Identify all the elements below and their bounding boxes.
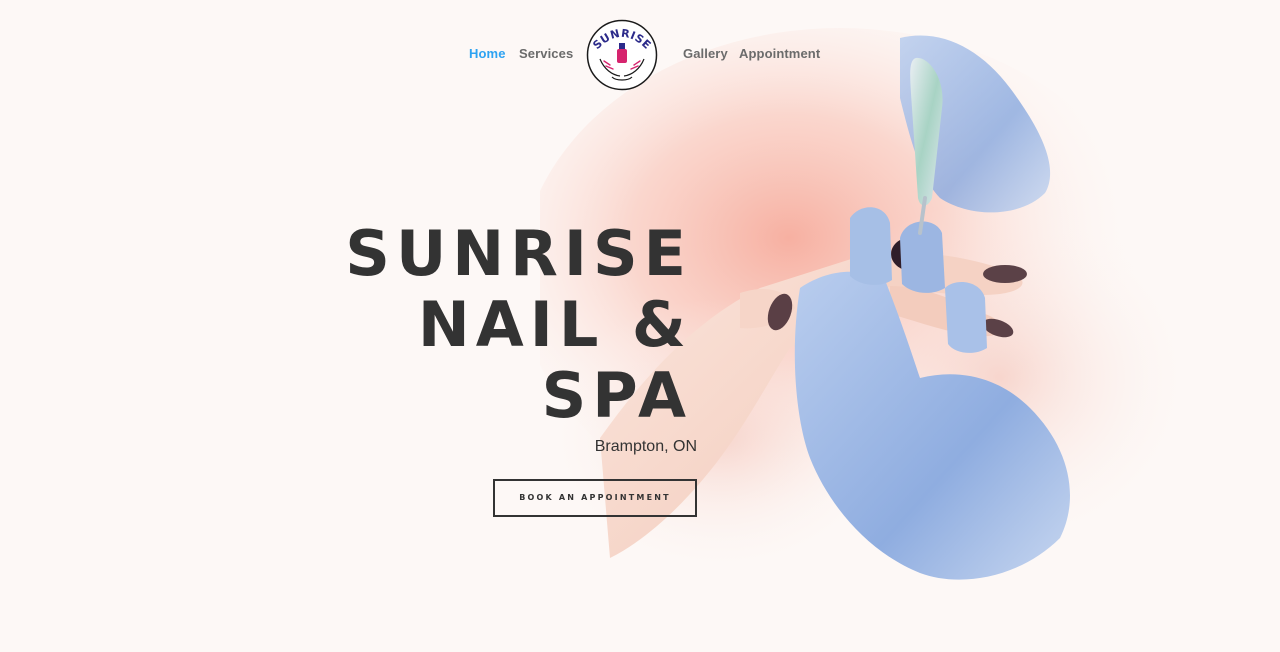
- hero-title-line: SPA: [541, 359, 692, 432]
- hero-title: SUNRISE NAIL & SPA: [345, 218, 692, 431]
- nav-appointment-link[interactable]: Appointment: [739, 46, 820, 61]
- hero-location: Brampton, ON: [594, 438, 697, 455]
- hero-title-line: SUNRISE: [345, 217, 692, 290]
- hero-title-line: NAIL &: [417, 288, 692, 361]
- main-nav: Home Services SUNRISE Gallery Appointmen…: [0, 0, 1280, 110]
- nav-services-link[interactable]: Services: [519, 46, 573, 61]
- page: Home Services SUNRISE Gallery Appointmen…: [0, 0, 1280, 652]
- nav-gallery-link[interactable]: Gallery: [683, 46, 728, 61]
- nav-home-link[interactable]: Home: [469, 46, 506, 61]
- book-appointment-button[interactable]: BOOK AN APPOINTMENT: [493, 479, 697, 517]
- site-logo[interactable]: SUNRISE: [586, 19, 658, 91]
